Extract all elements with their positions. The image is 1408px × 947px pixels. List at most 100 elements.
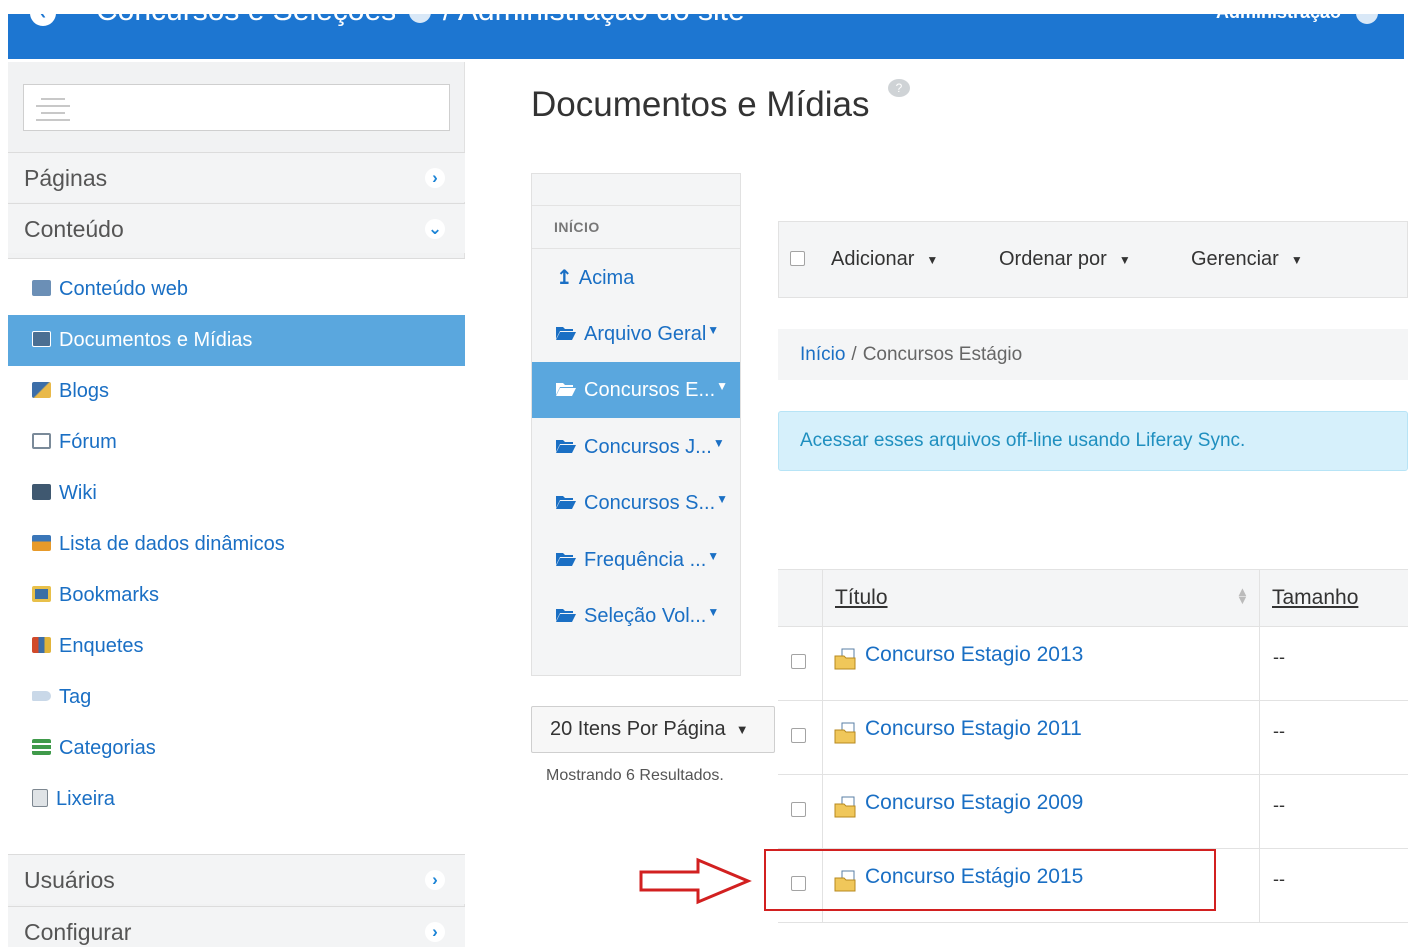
web-content-icon [32, 279, 51, 296]
chevron-right-icon[interactable]: › [425, 870, 445, 890]
sidebar-item-categorias[interactable]: Categorias [8, 723, 465, 774]
sidebar-item-label: Lista de dados dinâmicos [59, 533, 285, 555]
caret-down-icon[interactable]: ▼ [713, 436, 725, 450]
document-size: -- [1273, 869, 1285, 889]
sidebar-item-forum[interactable]: Fórum [8, 417, 465, 468]
site-admin-label: / Administração do site [443, 14, 745, 27]
folder-item-concursos-s[interactable]: Concursos S...▼ [532, 475, 740, 531]
manage-menu-button[interactable]: Gerenciar ▼ [1191, 248, 1303, 271]
sidebar: Páginas › Conteúdo ⌄ Conteúdo web Docume… [8, 62, 465, 947]
sidebar-section-label: Configurar [24, 919, 132, 945]
sidebar-item-documentos-e-midias[interactable]: Documentos e Mídias [8, 315, 465, 366]
breadcrumb: Início / Concursos Estágio [778, 329, 1408, 380]
back-icon[interactable]: ‹ [30, 14, 56, 26]
site-title[interactable]: Concursos e Seleções / Administração do … [96, 14, 745, 28]
sidebar-section-label: Conteúdo [24, 216, 124, 242]
folder-open-icon [556, 495, 576, 509]
column-header-titulo[interactable]: Título [835, 586, 888, 610]
categories-icon [32, 738, 51, 755]
sidebar-section-paginas[interactable]: Páginas › [8, 152, 465, 202]
shortcut-document-icon [834, 722, 856, 744]
site-name[interactable]: Concursos e Seleções [96, 14, 396, 27]
caret-down-icon[interactable]: ▼ [707, 323, 719, 337]
table-row[interactable]: Concurso Estagio 2013 -- [778, 627, 1408, 701]
folder-home-heading[interactable]: INÍCIO [554, 219, 600, 235]
folder-item-frequencia[interactable]: Frequência ...▼ [532, 532, 740, 588]
admin-menu[interactable]: Administração [1216, 14, 1379, 25]
sidebar-item-enquetes[interactable]: Enquetes [8, 621, 465, 672]
folder-open-icon [556, 382, 576, 396]
annotation-highlight-box [764, 849, 1216, 911]
folder-item-concursos-j[interactable]: Concursos J...▼ [532, 419, 740, 475]
sidebar-item-wiki[interactable]: Wiki [8, 468, 465, 519]
results-count: Mostrando 6 Resultados. [546, 767, 724, 784]
sort-menu-label: Ordenar por [999, 248, 1107, 270]
sidebar-section-conteudo[interactable]: Conteúdo ⌄ [8, 203, 465, 253]
folder-item-selecao-vol[interactable]: Seleção Vol...▼ [532, 588, 740, 644]
sort-menu-button[interactable]: Ordenar por ▼ [999, 248, 1131, 271]
sidebar-search-input[interactable] [23, 84, 450, 131]
liferay-sync-alert[interactable]: Acessar esses arquivos off-line usando L… [778, 411, 1408, 471]
document-title-link[interactable]: Concurso Estagio 2009 [865, 791, 1083, 815]
folder-item-arquivo-geral[interactable]: Arquivo Geral▼ [532, 306, 740, 362]
table-header: Título ▲ ▼ Tamanho [778, 570, 1408, 627]
sidebar-item-conteudo-web[interactable]: Conteúdo web [8, 264, 465, 315]
annotation-arrow-icon [639, 857, 752, 905]
help-icon[interactable]: ? [888, 79, 910, 97]
folder-up-label: Acima [578, 267, 635, 289]
add-menu-button[interactable]: Adicionar ▼ [831, 248, 938, 271]
wiki-icon [32, 483, 51, 500]
row-checkbox[interactable] [791, 728, 806, 743]
sidebar-item-tag[interactable]: Tag [8, 672, 465, 723]
folder-label: Seleção Vol... [584, 605, 707, 627]
column-header-tamanho[interactable]: Tamanho [1272, 586, 1358, 610]
breadcrumb-home-link[interactable]: Início [800, 344, 845, 365]
document-title-link[interactable]: Concurso Estagio 2011 [865, 717, 1082, 741]
chevron-right-icon[interactable]: › [425, 922, 445, 942]
folder-label: Arquivo Geral [584, 323, 707, 345]
divider [532, 248, 740, 249]
page-title: Documentos e Mídias [531, 85, 870, 124]
sidebar-item-lista-de-dados-dinamicos[interactable]: Lista de dados dinâmicos [8, 519, 465, 570]
items-per-page-label: 20 Itens Por Página [550, 718, 726, 740]
row-checkbox[interactable] [791, 802, 806, 817]
admin-menu-label[interactable]: Administração [1216, 14, 1341, 22]
sidebar-section-label: Usuários [24, 867, 115, 893]
content-menu-list: Conteúdo web Documentos e Mídias Blogs F… [8, 258, 465, 854]
sidebar-section-configurar[interactable]: Configurar › [8, 906, 465, 947]
chevron-right-icon[interactable]: › [425, 168, 445, 188]
documents-icon [32, 330, 51, 347]
row-checkbox[interactable] [791, 654, 806, 669]
sidebar-item-bookmarks[interactable]: Bookmarks [8, 570, 465, 621]
items-per-page-dropdown[interactable]: 20 Itens Por Página ▼ [531, 706, 775, 753]
caret-down-icon: ▼ [1290, 252, 1303, 267]
sidebar-section-usuarios[interactable]: Usuários › [8, 854, 465, 904]
folder-open-icon [556, 608, 576, 622]
caret-down-icon[interactable]: ▼ [707, 549, 719, 563]
admin-chevron-down-icon[interactable] [1356, 14, 1379, 25]
sidebar-item-label: Bookmarks [59, 584, 160, 606]
sidebar-item-label: Blogs [59, 380, 110, 402]
manage-menu-label: Gerenciar [1191, 248, 1279, 270]
site-chevron-down-icon[interactable] [408, 14, 431, 24]
chevron-down-icon[interactable]: ⌄ [425, 219, 445, 239]
caret-down-icon: ▼ [926, 252, 939, 267]
caret-down-icon[interactable]: ▼ [716, 492, 728, 506]
caret-down-icon: ▼ [1118, 252, 1131, 267]
sort-icon[interactable]: ▲ ▼ [1236, 585, 1249, 606]
trash-icon [32, 788, 48, 807]
sidebar-item-label: Tag [59, 686, 92, 708]
select-all-checkbox[interactable] [790, 251, 805, 266]
table-row[interactable]: Concurso Estagio 2011 -- [778, 701, 1408, 775]
sidebar-item-blogs[interactable]: Blogs [8, 366, 465, 417]
sidebar-item-lixeira[interactable]: Lixeira [8, 774, 465, 825]
caret-down-icon[interactable]: ▼ [716, 379, 728, 393]
table-row[interactable]: Concurso Estagio 2009 -- [778, 775, 1408, 849]
folder-item-concursos-estagio[interactable]: Concursos E...▼ [532, 362, 740, 418]
forum-icon [32, 432, 51, 449]
sidebar-item-label: Fórum [59, 431, 117, 453]
folder-up-link[interactable]: ↥ Acima [532, 250, 740, 306]
caret-down-icon[interactable]: ▼ [707, 605, 719, 619]
document-title-link[interactable]: Concurso Estagio 2013 [865, 643, 1083, 667]
arrow-up-icon: ↥ [556, 267, 573, 289]
